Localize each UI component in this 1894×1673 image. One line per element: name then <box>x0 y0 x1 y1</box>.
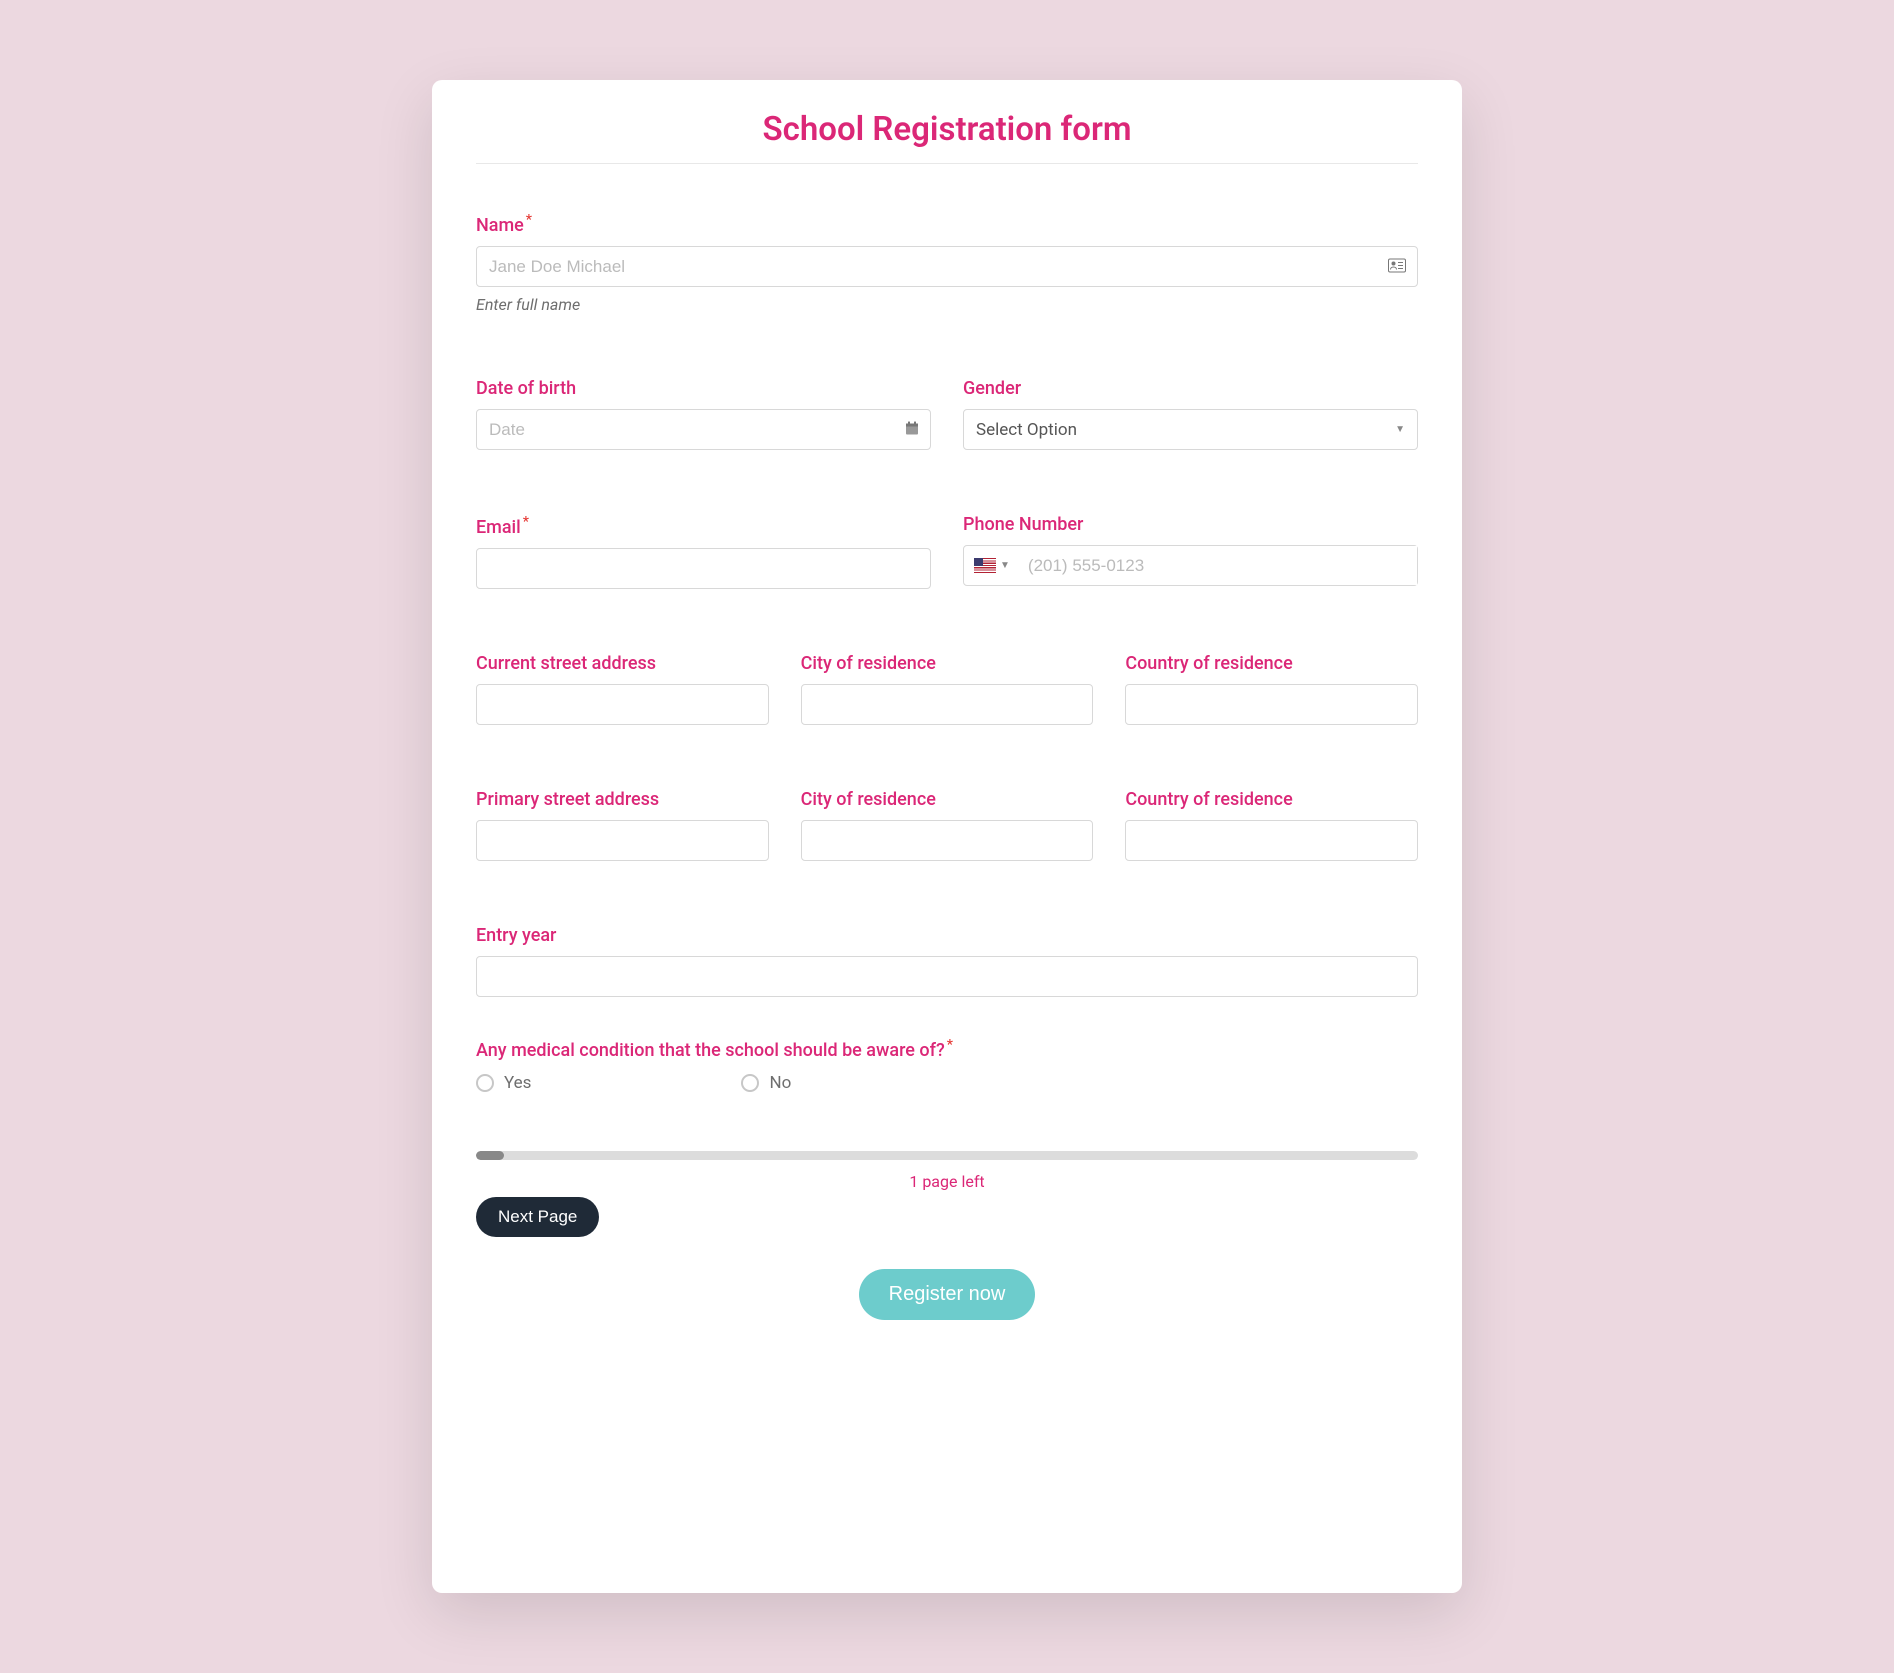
medical-radio-no[interactable]: No <box>741 1073 791 1093</box>
current-country-input[interactable] <box>1125 684 1418 725</box>
phone-country-selector[interactable]: ▼ <box>964 558 1018 573</box>
current-city-label: City of residence <box>801 653 1094 674</box>
caret-down-icon: ▼ <box>1000 560 1010 571</box>
submit-row: Register now <box>476 1269 1418 1320</box>
primary-country-input[interactable] <box>1125 820 1418 861</box>
email-input[interactable] <box>476 548 931 589</box>
gender-select[interactable]: Select Option ▼ <box>963 409 1418 450</box>
email-group: Email* <box>476 514 931 589</box>
name-label: Name* <box>476 212 1418 236</box>
dob-gender-row: Date of birth Gender Select Option ▼ <box>476 378 1418 450</box>
name-input[interactable] <box>476 246 1418 287</box>
entry-year-group: Entry year <box>476 925 1418 997</box>
required-star: * <box>526 212 532 228</box>
medical-label-text: Any medical condition that the school sh… <box>476 1040 945 1061</box>
phone-input-wrap: ▼ <box>963 545 1418 586</box>
registration-form-card: School Registration form Name* Enter ful… <box>432 80 1462 1593</box>
name-input-wrap <box>476 246 1418 287</box>
primary-city-label: City of residence <box>801 789 1094 810</box>
medical-group: Any medical condition that the school sh… <box>476 1037 1418 1093</box>
current-country-group: Country of residence <box>1125 653 1418 725</box>
email-label-text: Email <box>476 517 521 538</box>
primary-address-row: Primary street address City of residence… <box>476 789 1418 861</box>
next-page-button[interactable]: Next Page <box>476 1197 599 1237</box>
radio-icon <box>741 1074 759 1092</box>
phone-input[interactable] <box>1018 546 1417 585</box>
email-phone-row: Email* Phone Number ▼ <box>476 514 1418 589</box>
current-street-group: Current street address <box>476 653 769 725</box>
flag-us-icon <box>974 558 996 573</box>
radio-icon <box>476 1074 494 1092</box>
progress-fill <box>476 1151 504 1160</box>
medical-radio-row: Yes No <box>476 1073 1418 1093</box>
current-address-row: Current street address City of residence… <box>476 653 1418 725</box>
entry-year-input[interactable] <box>476 956 1418 997</box>
primary-street-input[interactable] <box>476 820 769 861</box>
medical-radio-yes[interactable]: Yes <box>476 1073 531 1093</box>
current-country-label: Country of residence <box>1125 653 1418 674</box>
current-city-input[interactable] <box>801 684 1094 725</box>
primary-city-input[interactable] <box>801 820 1094 861</box>
register-now-button[interactable]: Register now <box>859 1269 1036 1320</box>
primary-street-group: Primary street address <box>476 789 769 861</box>
email-label: Email* <box>476 514 931 538</box>
radio-no-label: No <box>769 1073 791 1093</box>
progress-bar <box>476 1151 1418 1160</box>
name-label-text: Name <box>476 215 524 236</box>
primary-country-group: Country of residence <box>1125 789 1418 861</box>
name-group: Name* Enter full name <box>476 212 1418 314</box>
gender-group: Gender Select Option ▼ <box>963 378 1418 450</box>
required-star: * <box>947 1037 953 1053</box>
gender-label: Gender <box>963 378 1418 399</box>
medical-label: Any medical condition that the school sh… <box>476 1037 1418 1061</box>
current-street-input[interactable] <box>476 684 769 725</box>
gender-selected: Select Option <box>976 420 1077 440</box>
dob-label: Date of birth <box>476 378 931 399</box>
radio-yes-label: Yes <box>504 1073 531 1093</box>
entry-year-label: Entry year <box>476 925 1418 946</box>
primary-street-label: Primary street address <box>476 789 769 810</box>
dob-group: Date of birth <box>476 378 931 450</box>
pages-left-text: 1 page left <box>476 1172 1418 1191</box>
required-star: * <box>523 514 529 530</box>
phone-group: Phone Number ▼ <box>963 514 1418 589</box>
phone-label: Phone Number <box>963 514 1418 535</box>
dob-input-wrap <box>476 409 931 450</box>
current-city-group: City of residence <box>801 653 1094 725</box>
name-helper: Enter full name <box>476 295 1418 314</box>
caret-down-icon: ▼ <box>1395 424 1405 435</box>
primary-country-label: Country of residence <box>1125 789 1418 810</box>
dob-input[interactable] <box>476 409 931 450</box>
form-title: School Registration form <box>476 110 1418 164</box>
primary-city-group: City of residence <box>801 789 1094 861</box>
current-street-label: Current street address <box>476 653 769 674</box>
